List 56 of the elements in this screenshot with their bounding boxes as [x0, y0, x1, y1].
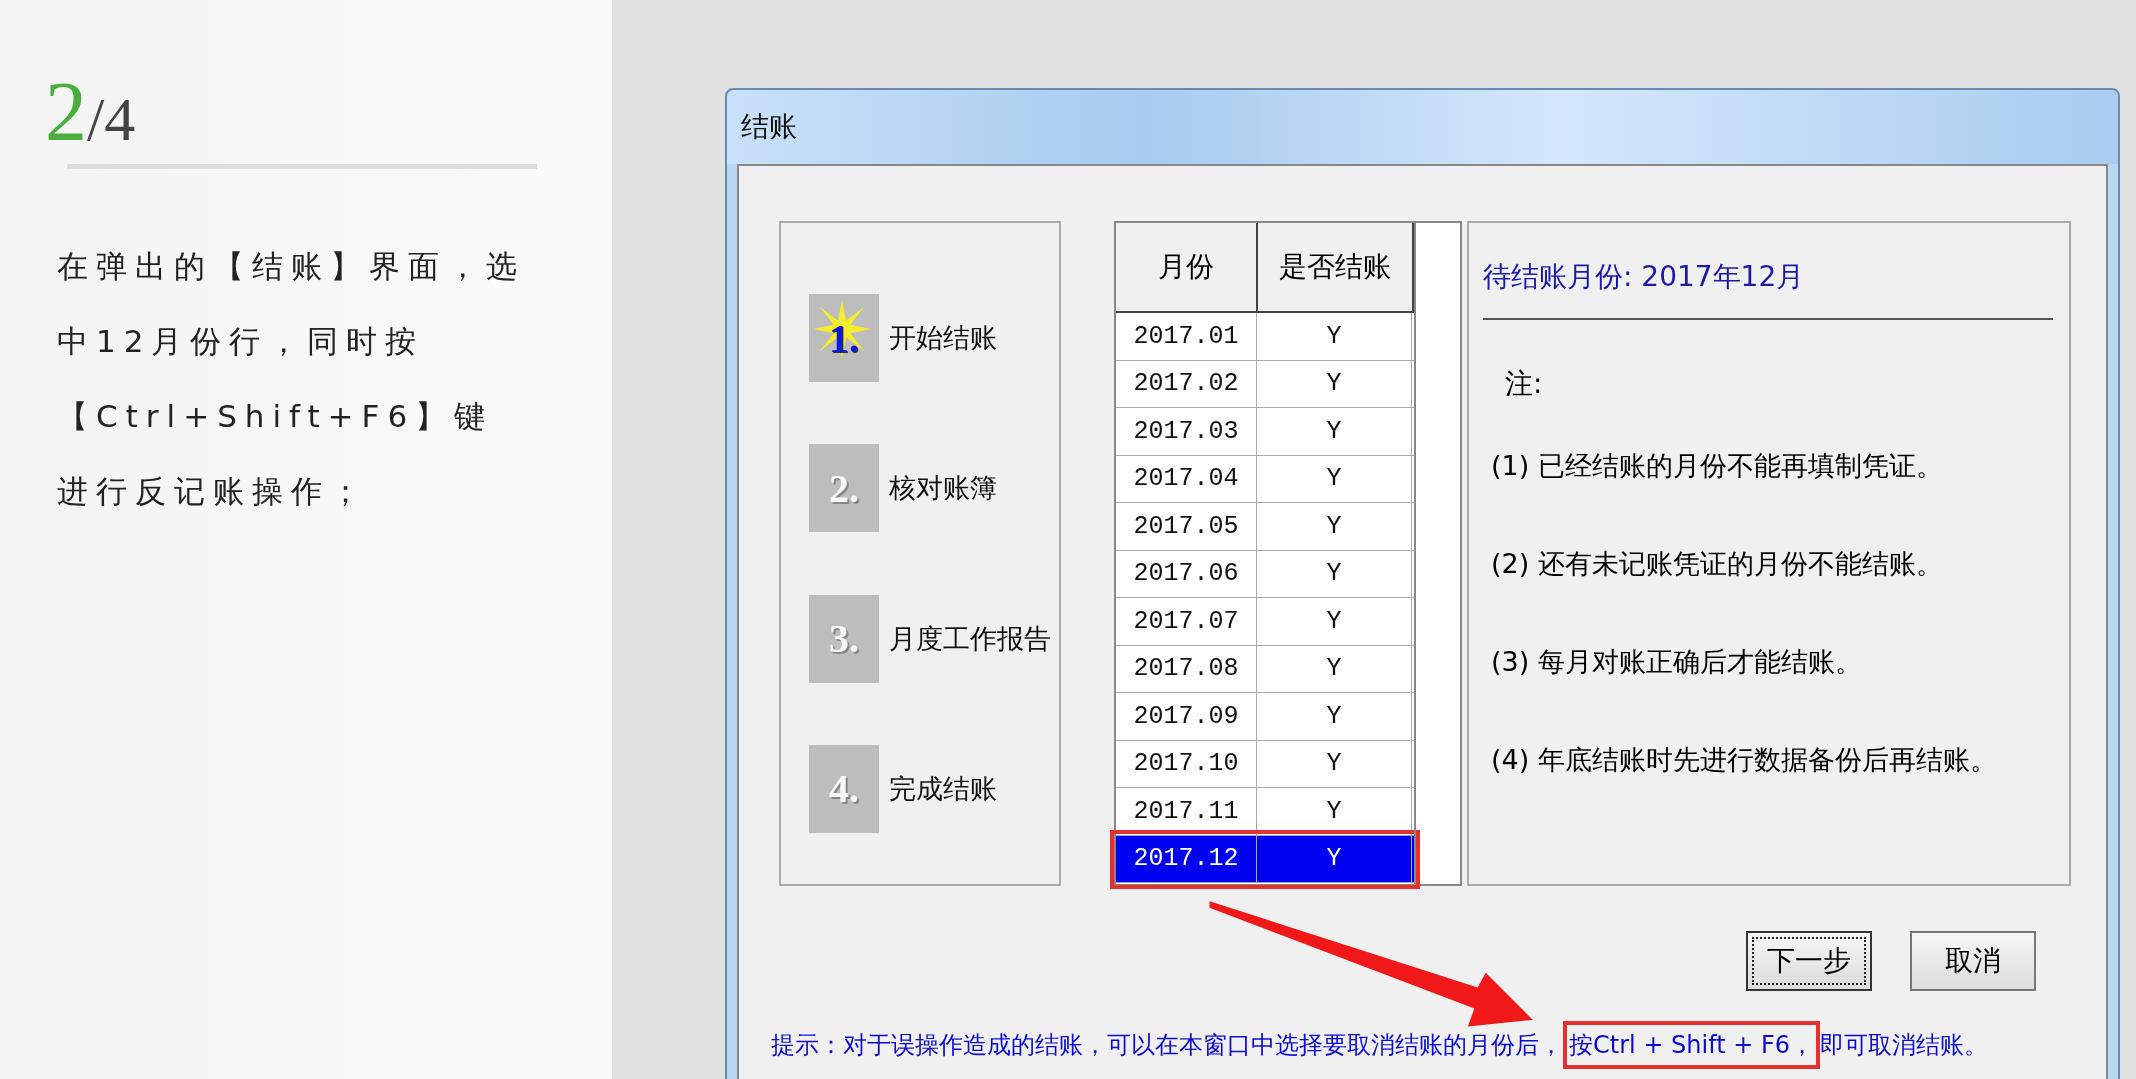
pending-month-heading: 待结账月份: 2017年12月: [1483, 259, 1806, 295]
note-text: (3) 每月对账正确后才能结账。: [1490, 645, 1863, 679]
table-cell: Y: [1257, 835, 1412, 882]
cancel-button[interactable]: 取消: [1910, 931, 2036, 991]
table-cell: 2017.05: [1116, 503, 1257, 550]
table-row[interactable]: 2017.04 Y: [1116, 455, 1414, 503]
table-cell: 2017.12: [1116, 835, 1257, 882]
table-cell: Y: [1257, 598, 1412, 645]
column-header: 月份: [1116, 223, 1258, 311]
column-header: 是否结账: [1258, 223, 1414, 311]
table-cell: Y: [1257, 693, 1412, 740]
instruction-text: 在弹出的【结账】界面，选中12月份行，同时按【Ctrl+Shift+F6】键进行反记账操作；: [57, 247, 526, 511]
note-text: (4) 年底结账时先进行数据备份后再结账。: [1490, 743, 1998, 777]
table-cell: Y: [1257, 740, 1412, 787]
table-cell: Y: [1257, 503, 1412, 550]
step-number-icon: 3.: [809, 594, 879, 683]
step-number-icon: 4.: [809, 744, 879, 833]
table-cell: Y: [1257, 645, 1412, 692]
table-row[interactable]: 2017.08 Y: [1116, 645, 1414, 693]
table-row[interactable]: 2017.01 Y: [1116, 313, 1414, 361]
note-label: 注:: [1505, 366, 1544, 402]
table-cell: 2017.10: [1116, 740, 1257, 787]
table-cell: 2017.06: [1116, 550, 1257, 597]
table-cell: 2017.07: [1116, 598, 1257, 645]
step-label: 核对账簿: [889, 471, 997, 506]
hint-text: 提示：对于误操作造成的结账，可以在本窗口中选择要取消结账的月份后，: [771, 1030, 1563, 1061]
step-label: 完成结账: [889, 771, 997, 806]
table-row[interactable]: 2017.05 Y: [1116, 503, 1414, 551]
step-label: 开始结账: [889, 321, 997, 356]
window-title: 结账: [741, 109, 797, 145]
table-row[interactable]: 2017.10 Y: [1116, 740, 1414, 788]
table-row[interactable]: 2017.07 Y: [1116, 598, 1414, 646]
table-cell: Y: [1257, 455, 1412, 502]
note-text: (1) 已经结账的月份不能再填制凭证。: [1490, 449, 1944, 483]
highlighted-shortcut: 按Ctrl + Shift + F6，: [1563, 1021, 1821, 1069]
table-cell: 2017.04: [1116, 455, 1257, 502]
step-number-icon: 2.: [809, 444, 879, 533]
step-counter-current: 2: [45, 65, 87, 158]
next-button[interactable]: 下一步: [1746, 931, 1872, 991]
table-cell: 2017.01: [1116, 313, 1257, 360]
table-cell: Y: [1257, 360, 1412, 407]
table-row[interactable]: 2017.02 Y: [1116, 360, 1414, 408]
table-row[interactable]: 2017.09 Y: [1116, 693, 1414, 741]
hint-text: 即可取消结账。: [1820, 1030, 1989, 1061]
table-cell: Y: [1257, 313, 1412, 360]
table-cell: Y: [1257, 550, 1412, 597]
table-cell: 2017.02: [1116, 360, 1257, 407]
step-counter-total: /4: [87, 85, 136, 153]
note-text: (2) 还有未记账凭证的月份不能结账。: [1490, 547, 1944, 581]
table-cell: 2017.08: [1116, 645, 1257, 692]
table-row[interactable]: 2017.03 Y: [1116, 408, 1414, 456]
step-label: 月度工作报告: [889, 621, 1051, 656]
table-cell: 2017.09: [1116, 693, 1257, 740]
table-cell: 2017.03: [1116, 408, 1257, 455]
table-row[interactable]: 2017.06 Y: [1116, 550, 1414, 598]
table-cell: Y: [1257, 408, 1412, 455]
